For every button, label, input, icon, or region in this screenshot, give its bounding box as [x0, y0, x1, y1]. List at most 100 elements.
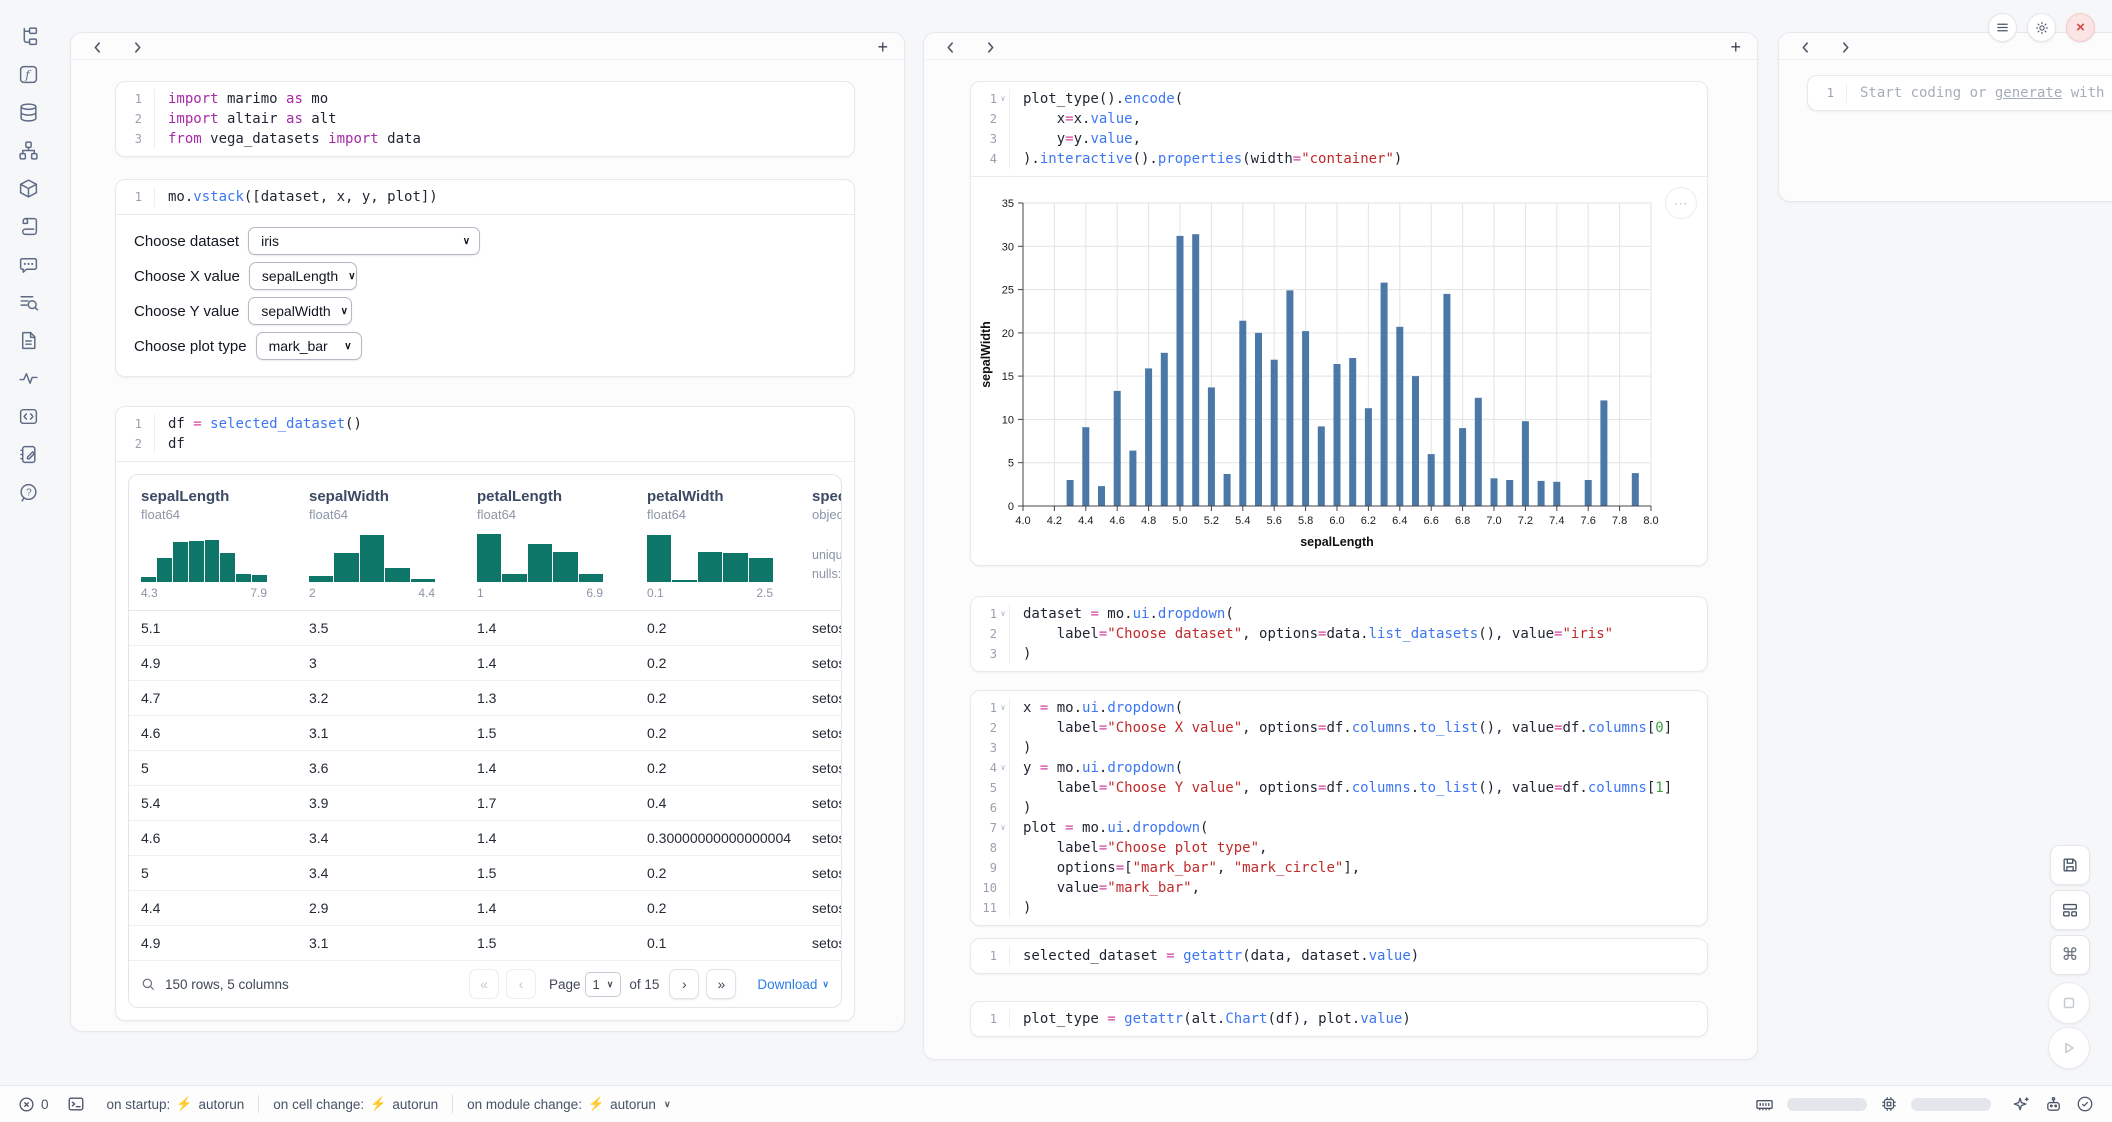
chevron-left-icon[interactable] [1799, 40, 1813, 54]
dependency-graph-icon[interactable] [16, 138, 40, 162]
code-line[interactable]: 1∨plot_type().encode( [971, 89, 1707, 109]
first-page-button[interactable]: « [469, 969, 499, 999]
ai-sparkles-button[interactable] [2012, 1095, 2031, 1114]
table-row[interactable]: 4.63.41.40.30000000000000004setosa [129, 821, 841, 856]
table-row[interactable]: 5.43.91.70.4setosa [129, 786, 841, 821]
code-line[interactable]: 1plot_type = getattr(alt.Chart(df), plot… [971, 1009, 1707, 1029]
code-line[interactable]: 4∨y = mo.ui.dropdown( [971, 758, 1707, 778]
packages-icon[interactable] [16, 176, 40, 200]
code-line[interactable]: 4).interactive().properties(width="conta… [971, 149, 1707, 169]
code-line[interactable]: 1∨dataset = mo.ui.dropdown( [971, 604, 1707, 624]
code-placeholder[interactable]: Start coding or generate with AI [1847, 83, 2112, 103]
download-button[interactable]: Download∨ [757, 977, 829, 992]
on-cell-change-setting[interactable]: on cell change: ⚡ autorun [273, 1096, 438, 1112]
code-line[interactable]: 3) [971, 644, 1707, 664]
chart-menu-button[interactable]: ⋯ [1665, 187, 1697, 219]
next-page-button[interactable]: › [669, 969, 699, 999]
chevron-left-icon[interactable] [944, 40, 958, 54]
on-startup-setting[interactable]: on startup: ⚡ autorun [107, 1096, 245, 1112]
settings-button[interactable] [2027, 13, 2056, 42]
file-explorer-icon[interactable] [16, 24, 40, 48]
terminal-button[interactable] [67, 1095, 85, 1113]
code-line[interactable]: 1∨x = mo.ui.dropdown( [971, 698, 1707, 718]
errors-indicator[interactable]: 0 [18, 1096, 49, 1113]
table-row[interactable]: 4.63.11.50.2setosa [129, 716, 841, 751]
dropdown-select[interactable]: sepalWidth∨ [248, 297, 352, 325]
code-line[interactable]: 3 y=y.value, [971, 129, 1707, 149]
table-row[interactable]: 53.41.50.2setosa [129, 856, 841, 891]
run-button[interactable] [2048, 1027, 2090, 1069]
column-header[interactable]: sepalLengthfloat64 [129, 475, 297, 522]
code-line[interactable]: 1selected_dataset = getattr(data, datase… [971, 946, 1707, 966]
tracing-icon[interactable] [16, 366, 40, 390]
column-header[interactable]: petalLengthfloat64 [465, 475, 635, 522]
code-line[interactable]: 3) [971, 738, 1707, 758]
cell-selected-dataset[interactable]: 1selected_dataset = getattr(data, datase… [970, 938, 1708, 974]
layout-button[interactable] [2050, 890, 2090, 930]
column-header[interactable]: petalWidthfloat64 [635, 475, 800, 522]
add-cell-button[interactable]: + [877, 40, 888, 54]
last-page-button[interactable]: » [706, 969, 736, 999]
on-module-change-setting[interactable]: on module change: ⚡ autorun ∨ [467, 1096, 670, 1112]
dropdown-select[interactable]: mark_bar∨ [256, 332, 362, 360]
code-line[interactable]: 9 options=["mark_bar", "mark_circle"], [971, 858, 1707, 878]
add-cell-button[interactable]: + [1730, 40, 1741, 54]
code-line[interactable]: 5 label="Choose Y value", options=df.col… [971, 778, 1707, 798]
code-line[interactable]: 1import marimo as mo [116, 89, 854, 109]
scratchpad-icon[interactable] [16, 214, 40, 238]
table-row[interactable]: 5.13.51.40.2setosa [129, 611, 841, 646]
close-button[interactable]: × [2066, 13, 2095, 42]
column-header[interactable]: speciesobject [800, 475, 841, 522]
stop-button[interactable] [2048, 982, 2090, 1024]
table-row[interactable]: 53.61.40.2setosa [129, 751, 841, 786]
cell-imports[interactable]: 1import marimo as mo2import altair as al… [115, 81, 855, 157]
chat-icon[interactable] [16, 252, 40, 276]
code-line[interactable]: 3from vega_datasets import data [116, 129, 854, 149]
cell-plot-type[interactable]: 1plot_type = getattr(alt.Chart(df), plot… [970, 1001, 1708, 1037]
column-header[interactable]: sepalWidthfloat64 [297, 475, 465, 522]
chevron-right-icon[interactable] [984, 40, 998, 54]
bar-chart[interactable]: 4.04.24.44.64.85.05.25.45.65.86.06.26.46… [977, 189, 1705, 557]
code-line[interactable]: 6) [971, 798, 1707, 818]
save-button[interactable] [2050, 845, 2090, 885]
datasources-icon[interactable] [16, 100, 40, 124]
code-line[interactable]: 8 label="Choose plot type", [971, 838, 1707, 858]
cell-xy-plot-dropdowns[interactable]: 1∨x = mo.ui.dropdown(2 label="Choose X v… [970, 690, 1708, 926]
table-row[interactable]: 4.931.40.2setosa [129, 646, 841, 681]
cell-dataframe[interactable]: 1df = selected_dataset()2df sepalLengthf… [115, 406, 855, 1021]
chevron-left-icon[interactable] [91, 40, 105, 54]
bot-button[interactable] [2044, 1095, 2063, 1114]
cell-vstack[interactable]: 1mo.vstack([dataset, x, y, plot]) Choose… [115, 179, 855, 377]
prev-page-button[interactable]: ‹ [506, 969, 536, 999]
search-icon[interactable] [141, 977, 156, 992]
dropdown-select[interactable]: iris∨ [248, 227, 480, 255]
code-line[interactable]: 10 value="mark_bar", [971, 878, 1707, 898]
dropdown-select[interactable]: sepalLength∨ [249, 262, 357, 290]
empty-code-cell[interactable]: 1 Start coding or generate with AI [1807, 75, 2112, 111]
table-row[interactable]: 4.93.11.50.1setosa [129, 926, 841, 961]
documentation-icon[interactable] [16, 328, 40, 352]
code-line[interactable]: 2 x=x.value, [971, 109, 1707, 129]
menu-button[interactable] [1988, 13, 2017, 42]
code-line[interactable]: 1mo.vstack([dataset, x, y, plot]) [116, 187, 854, 207]
cell-plot[interactable]: 1∨plot_type().encode(2 x=x.value,3 y=y.v… [970, 81, 1708, 566]
cell-dataset-dropdown[interactable]: 1∨dataset = mo.ui.dropdown(2 label="Choo… [970, 596, 1708, 672]
snippets-icon[interactable] [16, 404, 40, 428]
code-line[interactable]: 2import altair as alt [116, 109, 854, 129]
command-palette-button[interactable]: ⌘ [2050, 935, 2090, 975]
code-line[interactable]: 2 label="Choose X value", options=df.col… [971, 718, 1707, 738]
logs-icon[interactable] [16, 290, 40, 314]
connection-status-button[interactable] [2076, 1095, 2094, 1113]
code-line[interactable]: 1df = selected_dataset() [116, 414, 854, 434]
generate-link[interactable]: generate [1995, 85, 2062, 101]
code-line[interactable]: 2df [116, 434, 854, 454]
code-line[interactable]: 2 label="Choose dataset", options=data.l… [971, 624, 1707, 644]
helper-functions-icon[interactable]: f [16, 62, 40, 86]
chevron-right-icon[interactable] [131, 40, 145, 54]
table-row[interactable]: 4.42.91.40.2setosa [129, 891, 841, 926]
help-icon[interactable]: ? [16, 480, 40, 504]
chevron-right-icon[interactable] [1839, 40, 1853, 54]
page-select[interactable]: 1∨ [585, 972, 622, 997]
code-line[interactable]: 7∨plot = mo.ui.dropdown( [971, 818, 1707, 838]
table-row[interactable]: 4.73.21.30.2setosa [129, 681, 841, 716]
